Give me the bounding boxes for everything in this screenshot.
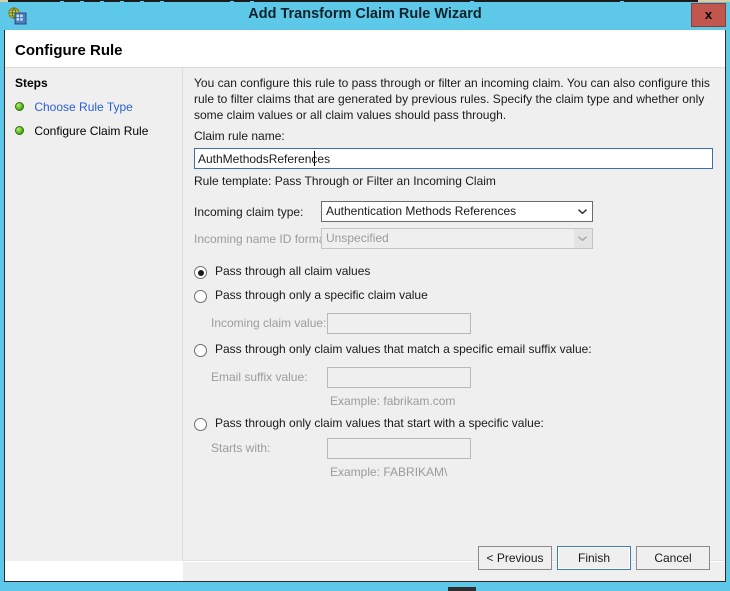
chevron-down-icon[interactable] [574,202,592,221]
email-suffix-value-input [327,367,471,388]
radio-indicator [194,266,207,279]
claim-rule-name-input[interactable] [194,148,713,169]
window-title: Add Transform Claim Rule Wizard [248,6,482,22]
radio-indicator [194,418,207,431]
starts-with-label: Starts with: [211,441,271,455]
title-bar[interactable]: Add Transform Claim Rule Wizard x [0,2,730,30]
radio-label: Pass through only a specific claim value [215,288,428,302]
wizard-dialog: Add Transform Claim Rule Wizard x Config… [0,2,730,591]
incoming-claim-type-value: Authentication Methods References [326,204,517,218]
green-bullet-icon [15,102,24,112]
incoming-claim-type-select[interactable]: Authentication Methods References [321,201,593,222]
page-title: Configure Rule [15,42,123,59]
chevron-down-icon [574,229,592,248]
incoming-name-id-format-label: Incoming name ID format: [194,232,333,246]
sidebar-item-configure-claim-rule[interactable]: Configure Claim Rule [15,123,148,141]
sidebar-item-label: Configure Claim Rule [34,123,149,138]
steps-heading: Steps [15,76,48,90]
intro-description: You can configure this rule to pass thro… [194,76,710,122]
content-panel: You can configure this rule to pass thro… [183,68,725,581]
rule-template-text: Rule template: Pass Through or Filter an… [194,174,496,188]
email-suffix-value-label: Email suffix value: [211,370,308,384]
previous-button[interactable]: < Previous [478,546,552,570]
sidebar-item-choose-rule-type[interactable]: Choose Rule Type [15,99,133,117]
incoming-name-id-format-select: Unspecified [321,228,593,249]
radio-indicator [194,344,207,357]
starts-with-example: Example: FABRIKAM\ [330,465,448,479]
taskbar-fragment [448,587,476,591]
steps-panel-background: Steps Choose Rule Type Configure Claim R… [5,68,183,561]
green-bullet-icon [15,126,24,136]
incoming-claim-value-label: Incoming claim value: [211,316,327,330]
header-band: Configure Rule [5,30,725,68]
finish-button[interactable]: Finish [557,546,631,570]
cancel-button[interactable]: Cancel [636,546,710,570]
starts-with-input [327,438,471,459]
incoming-claim-value-input [327,313,471,334]
email-suffix-example: Example: fabrikam.com [330,394,456,408]
radio-label: Pass through only claim values that matc… [215,342,592,356]
radio-indicator [194,290,207,303]
steps-panel: Steps Choose Rule Type Configure Claim R… [5,68,183,581]
text-caret [314,151,315,166]
claim-rule-name-label: Claim rule name: [194,129,285,143]
incoming-name-id-format-value: Unspecified [326,231,389,245]
sidebar-item-label: Choose Rule Type [34,99,133,114]
radio-label: Pass through only claim values that star… [215,416,544,430]
close-icon[interactable]: x [691,3,726,27]
radio-label: Pass through all claim values [215,264,371,278]
incoming-claim-type-label: Incoming claim type: [194,205,304,219]
dialog-client-area: Configure Rule Steps Choose Rule Type Co… [4,30,726,582]
